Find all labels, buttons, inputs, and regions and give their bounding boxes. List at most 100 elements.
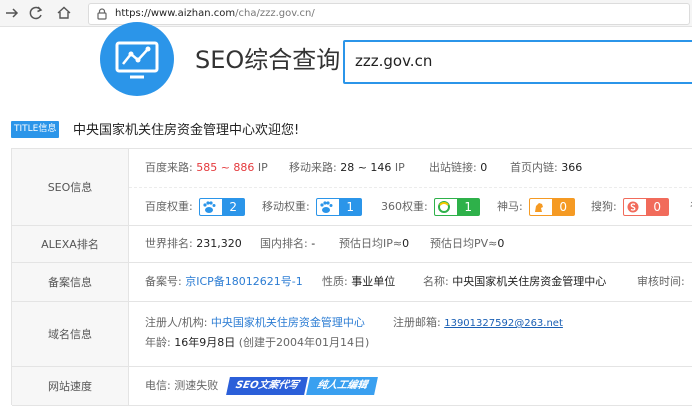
mobile-traffic: 移动来路: 28 ~ 146 IP [289,160,405,176]
sogou-weight-label: 搜狗: [591,200,617,213]
forward-arrow-icon[interactable] [2,3,22,23]
url-host: https://www.aizhan.com [115,8,236,19]
email-link[interactable]: 13901327592@263.net [444,318,563,329]
mobile-weight-label: 移动权重: [262,200,310,213]
seo-row-divider [129,187,692,188]
icp-number-label: 备案号: [145,275,182,288]
shenma-horse-icon [530,199,549,215]
speed-row-label: 网站速度 [12,367,129,405]
seo-copywriting-ad[interactable]: SEO文案代写 纯人工编辑 [225,377,378,395]
baidu-weight-label: 百度权重: [145,200,193,213]
ad-label-copywriting: SEO文案代写 [225,377,308,395]
domestic-rank-value: - [311,237,316,250]
sogou-weight-badge[interactable]: 0 [623,198,670,216]
baidu-weight: 百度权重: 2 [145,198,246,216]
registrant-label: 注册人/机构: [145,316,208,329]
mobile-traffic-unit: IP [394,161,405,174]
telecom-speed-label: 电信: [145,379,171,392]
domain-age-value: 16年9月8日 [174,336,236,349]
url-path: /cha/zzz.gov.cn/ [235,8,315,19]
icp-number: 备案号: 京ICP备18012621号-1 [145,274,303,290]
sogou-weight: 搜狗: 0 [591,198,670,216]
mobile-weight-value: 1 [339,199,362,215]
world-rank-label: 世界排名: [145,237,193,250]
weight-360: 360权重: 1 [381,198,481,216]
mobile-traffic-value: 28 ~ 146 [340,161,392,174]
telecom-speed-value: 测速失败 [174,379,219,392]
search-box[interactable] [343,40,692,84]
daily-pv: 预估日均PV≈0 [430,236,504,252]
address-bar[interactable]: https://www.aizhan.com/cha/zzz.gov.cn/ [88,3,690,25]
site-title-text: 中央国家机关住房资金管理中心欢迎您! [73,123,300,138]
weight-360-label: 360权重: [381,200,428,213]
homepage-links-value[interactable]: 366 [561,161,582,174]
home-icon[interactable] [54,3,74,23]
domain-row-label: 域名信息 [12,302,129,366]
icp-review-label: 审核时间: [637,275,685,288]
mobile-weight: 移动权重: 1 [262,198,363,216]
icp-nature-value: 事业单位 [351,275,396,288]
telecom-speed: 电信: 测速失败 SEO文案代写 纯人工编辑 [145,377,378,395]
sogou-s-icon [624,199,643,215]
shenma-weight-label: 神马: [497,200,523,213]
registrant-link[interactable]: 中央国家机关住房资金管理中心 [211,316,365,329]
seo-row: SEO信息 百度来路: 585 ~ 886 IP 移动来路: 28 ~ 146 … [12,149,692,226]
registrant-email: 注册邮箱: 13901327592@263.net [393,315,563,332]
page-title: SEO综合查询 [195,46,341,74]
title-info-badge: TITLE信息 [11,121,60,138]
baidu-weight-value: 2 [222,199,245,215]
icp-row-label: 备案信息 [12,263,129,301]
baidu-traffic-label: 百度来路: [145,161,193,174]
baidu-traffic-unit: IP [257,161,268,174]
icp-name-value: 中央国家机关住房资金管理中心 [452,275,607,288]
site-logo[interactable] [100,22,174,96]
homepage-links: 首页内链: 366 [510,160,582,176]
lock-icon [97,8,107,20]
outbound-links: 出站链接: 0 [429,160,487,176]
email-label: 注册邮箱: [393,316,441,329]
outbound-links-value[interactable]: 0 [480,161,487,174]
baidu-weight-badge[interactable]: 2 [199,198,246,216]
outbound-links-label: 出站链接: [429,161,477,174]
icp-row: 备案信息 备案号: 京ICP备18012621号-1 性质: 事业单位 名称: … [12,263,692,302]
weight-360-badge[interactable]: 1 [434,198,481,216]
domain-row: 域名信息 注册人/机构: 中央国家机关住房资金管理中心 注册邮箱: 139013… [12,302,692,367]
icp-name-label: 名称: [423,275,449,288]
domain-search-input[interactable] [355,50,675,72]
weight-360-value: 1 [457,199,480,215]
homepage-links-label: 首页内链: [510,161,558,174]
seo-row-label: SEO信息 [12,149,129,225]
domestic-rank-label: 国内排名: [260,237,308,250]
mobile-traffic-label: 移动来路: [289,161,337,174]
world-rank: 世界排名: 231,320 [145,236,242,252]
mobile-weight-badge[interactable]: 1 [316,198,363,216]
mobile-paw-icon [317,199,336,215]
chart-monitor-icon [115,41,159,79]
daily-pv-value: 0 [497,237,505,250]
domestic-rank: 国内排名: - [260,236,315,252]
360-ring-icon [435,199,454,215]
ad-label-manual: 纯人工编辑 [305,377,378,395]
shenma-weight-badge[interactable]: 0 [529,198,576,216]
shenma-weight: 神马: 0 [497,198,576,216]
daily-ip-value: 0 [402,237,410,250]
alexa-row-label: ALEXA排名 [12,226,129,262]
refresh-icon[interactable] [26,3,46,23]
sogou-weight-value: 0 [646,199,669,215]
icp-name: 名称: 中央国家机关住房资金管理中心 [423,274,606,290]
icp-nature: 性质: 事业单位 [322,274,395,290]
daily-pv-label: 预估日均PV≈ [430,237,498,250]
daily-ip: 预估日均IP≈0 [339,236,409,252]
baidu-traffic-value[interactable]: 585 ~ 886 [196,161,254,174]
world-rank-value: 231,320 [196,237,242,250]
baidu-paw-icon [200,199,219,215]
seo-info-table: SEO信息 百度来路: 585 ~ 886 IP 移动来路: 28 ~ 146 … [11,148,692,406]
shenma-weight-value: 0 [552,199,575,215]
baidu-traffic: 百度来路: 585 ~ 886 IP [145,160,268,176]
icp-nature-label: 性质: [322,275,348,288]
alexa-row: ALEXA排名 世界排名: 231,320 国内排名: - 预估日均IP≈0 预… [12,226,692,263]
speed-row: 网站速度 电信: 测速失败 SEO文案代写 纯人工编辑 [12,367,692,406]
address-url[interactable]: https://www.aizhan.com/cha/zzz.gov.cn/ [115,6,315,22]
icp-number-link[interactable]: 京ICP备18012621号-1 [185,275,303,288]
daily-ip-label: 预估日均IP≈ [339,237,403,250]
